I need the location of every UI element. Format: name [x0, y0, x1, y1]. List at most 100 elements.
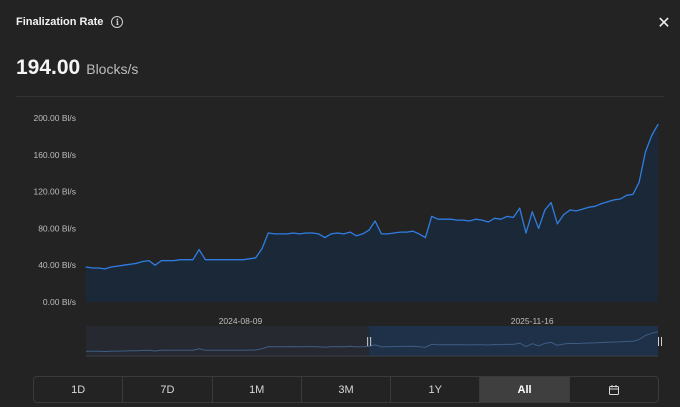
y-tick-label: 80.00 Bl/s	[38, 223, 76, 233]
data-point	[468, 220, 471, 222]
data-point	[179, 259, 181, 261]
data-point	[343, 233, 345, 235]
divider	[16, 96, 664, 97]
range-label: 1Y	[428, 383, 442, 396]
series-area	[86, 124, 658, 303]
data-point	[443, 218, 445, 220]
calendar-button[interactable]	[570, 377, 658, 402]
navigator-handle-right[interactable]	[658, 337, 662, 346]
chart-area[interactable]: 0.00 Bl/s 40.00 Bl/s 80.00 Bl/s 120.00 Bl/s…	[16, 104, 664, 366]
data-point	[141, 260, 144, 263]
data-point	[537, 227, 540, 229]
data-point	[487, 221, 489, 223]
range-label: 7D	[160, 383, 175, 396]
range-button-all[interactable]: All	[480, 377, 570, 402]
range-button-1m[interactable]: 1M	[213, 377, 302, 402]
data-point	[104, 268, 106, 270]
data-point	[657, 123, 659, 126]
data-point	[619, 198, 621, 200]
data-point	[575, 210, 577, 212]
range-label: All	[517, 383, 532, 396]
data-point	[286, 233, 288, 235]
data-point	[424, 237, 427, 239]
data-point	[336, 232, 339, 234]
data-point	[544, 209, 546, 211]
data-point	[493, 217, 496, 219]
data-point	[242, 259, 244, 261]
data-point	[217, 259, 219, 261]
metric-value: 194.00	[16, 56, 81, 79]
range-button-1y[interactable]: 1Y	[391, 377, 481, 402]
data-point	[449, 218, 452, 220]
data-point	[531, 211, 533, 213]
data-point	[613, 199, 615, 201]
metric-unit: Blocks/s	[86, 61, 139, 77]
data-point	[431, 215, 433, 218]
data-point	[569, 209, 571, 211]
data-point	[638, 181, 640, 183]
range-button-7d[interactable]: 7D	[123, 377, 213, 402]
data-point	[192, 259, 194, 261]
data-point	[292, 232, 295, 234]
data-point	[588, 206, 590, 208]
data-point	[236, 259, 238, 261]
data-point	[374, 220, 376, 222]
data-point	[91, 267, 93, 269]
data-point	[223, 259, 225, 261]
navigator-selection	[369, 326, 658, 356]
data-point	[273, 233, 276, 235]
data-point	[632, 193, 634, 195]
data-point	[594, 205, 596, 207]
data-point	[324, 237, 326, 239]
calendar-icon	[608, 384, 619, 395]
data-point	[387, 233, 389, 235]
data-point	[625, 194, 628, 196]
data-point	[311, 232, 313, 234]
data-point	[481, 219, 483, 221]
range-label: 1M	[249, 383, 265, 396]
current-metric: 194.00 Blocks/s	[16, 56, 138, 80]
range-label: 3M	[338, 383, 354, 396]
data-point	[512, 216, 515, 218]
y-tick-label: 120.00 Bl/s	[33, 187, 76, 197]
data-point	[361, 233, 364, 235]
data-point	[418, 233, 420, 235]
data-point	[475, 218, 477, 220]
finalization-rate-chart[interactable]: 0.00 Bl/s 40.00 Bl/s 80.00 Bl/s 120.00 Bl/s…	[16, 104, 664, 366]
data-point	[506, 215, 508, 218]
data-point	[405, 231, 408, 233]
title-row: Finalization Rate i	[16, 16, 124, 28]
data-point	[135, 262, 137, 264]
time-range-selector: 1D 7D 1M 3M 1Y All	[33, 376, 659, 403]
data-point	[198, 248, 200, 251]
data-point	[462, 219, 464, 221]
data-point	[330, 233, 332, 235]
data-point	[123, 264, 125, 266]
x-tick-label: 2025-11-16	[511, 316, 554, 326]
data-point	[255, 257, 257, 259]
data-point	[600, 202, 603, 205]
info-icon[interactable]: i	[111, 16, 124, 28]
data-point	[280, 233, 282, 235]
data-point	[581, 208, 584, 210]
data-point	[456, 219, 458, 221]
data-point	[173, 260, 175, 262]
data-point	[261, 248, 263, 250]
data-point	[211, 259, 213, 261]
data-point	[85, 266, 87, 268]
data-point	[607, 201, 609, 203]
range-button-3m[interactable]: 3M	[302, 377, 392, 402]
close-icon[interactable]: ✕	[656, 16, 672, 32]
data-point	[393, 232, 395, 234]
y-tick-label: 160.00 Bl/s	[33, 150, 76, 160]
data-point	[154, 264, 156, 266]
data-point	[500, 218, 502, 220]
data-point	[160, 260, 163, 262]
data-point	[412, 230, 414, 232]
data-point	[519, 207, 521, 209]
range-button-1d[interactable]: 1D	[34, 377, 124, 402]
y-tick-label: 40.00 Bl/s	[38, 260, 76, 270]
data-point	[317, 233, 320, 235]
data-point	[563, 214, 565, 216]
data-point	[148, 260, 150, 262]
